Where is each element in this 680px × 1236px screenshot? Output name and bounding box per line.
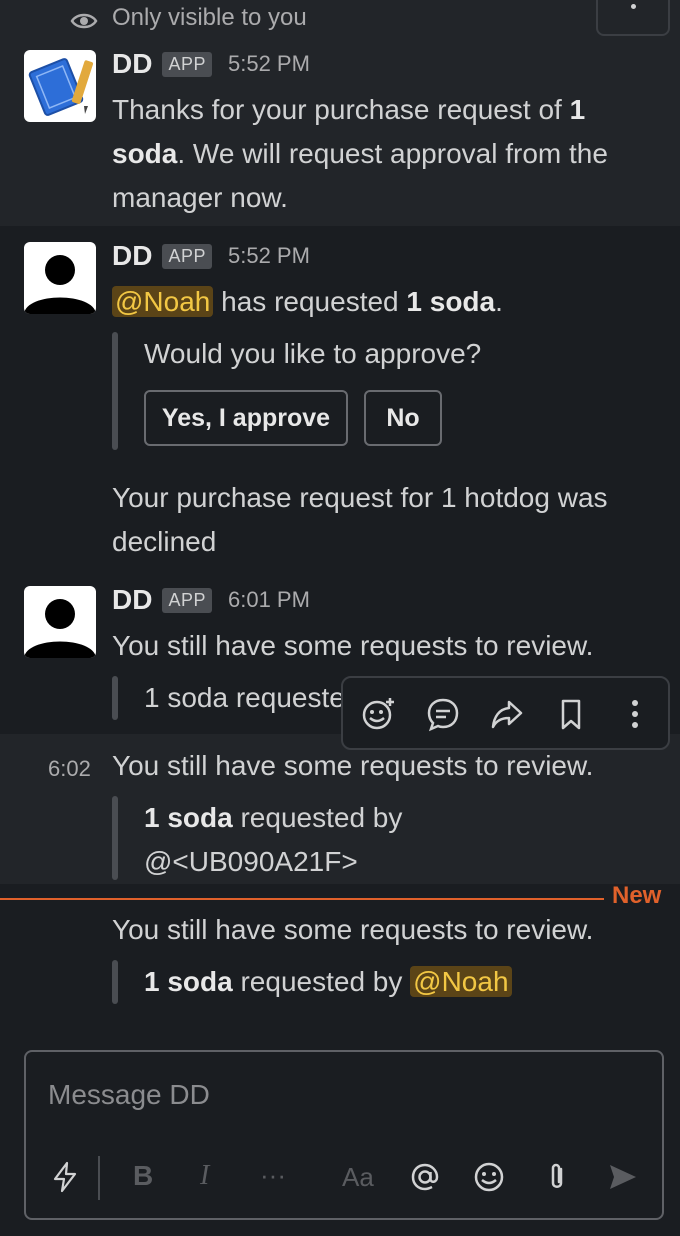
message-text: You still have some requests to review. [112, 914, 594, 945]
text-part: . We will request approval from the mana… [112, 138, 608, 213]
blueprint-icon [28, 58, 94, 116]
text-bold: 1 soda [144, 802, 233, 833]
user-mention[interactable]: @Noah [410, 966, 512, 997]
new-divider-line [0, 898, 604, 900]
person-icon [24, 255, 96, 314]
mention-icon[interactable] [408, 1160, 442, 1194]
more-actions-icon[interactable] [617, 696, 653, 732]
italic-icon[interactable]: I [200, 1160, 209, 1192]
timestamp[interactable]: 6:02 [48, 756, 91, 782]
attach-icon[interactable] [540, 1160, 574, 1194]
text-part: Thanks for your purchase request of [112, 94, 570, 125]
send-icon[interactable] [606, 1160, 640, 1194]
approval-question: Would you like to approve? [144, 338, 482, 369]
approve-button[interactable]: Yes, I approve [144, 390, 348, 446]
bold-icon[interactable]: B [133, 1160, 153, 1192]
quote-bar [112, 676, 118, 720]
text-part: . [495, 286, 503, 317]
message-text: You still have some requests to review. [112, 750, 594, 781]
app-badge: APP [162, 51, 212, 77]
top-more-button[interactable] [596, 0, 670, 36]
app-badge: APP [162, 587, 212, 613]
message-header: DD APP 5:52 PM [112, 240, 310, 272]
sender-name[interactable]: DD [112, 584, 152, 616]
text-part: requested by [232, 966, 411, 997]
bookmark-icon[interactable] [553, 696, 589, 732]
timestamp[interactable]: 5:52 PM [228, 243, 310, 269]
quote-bar [112, 332, 118, 450]
message-input[interactable] [46, 1072, 630, 1118]
text-part: has requested [213, 286, 407, 317]
decline-button[interactable]: No [364, 390, 442, 446]
new-divider-label: New [612, 882, 662, 909]
message-actions-toolbar [341, 676, 670, 750]
visibility-notice: Only visible to you [112, 4, 307, 31]
message-text: @Noah has requested 1 soda. [112, 280, 503, 324]
add-reaction-icon[interactable] [361, 696, 397, 732]
quote-text: 1 soda requested by @Noah [144, 960, 512, 1004]
user-avatar[interactable] [24, 242, 96, 314]
timestamp[interactable]: 6:01 PM [228, 587, 310, 613]
message-text: You still have some requests to review. [112, 630, 594, 661]
lightning-icon[interactable] [48, 1160, 82, 1194]
app-badge: APP [162, 243, 212, 269]
sender-name[interactable]: DD [112, 48, 152, 80]
decline-notice: Your purchase request for 1 hotdog was d… [112, 482, 608, 557]
reply-thread-icon[interactable] [425, 696, 461, 732]
quote-bar [112, 960, 118, 1004]
quote-text: 1 soda requested by @<UB090A21F> [144, 796, 402, 884]
quote-bar [112, 796, 118, 880]
person-icon [24, 599, 96, 658]
emoji-icon[interactable] [472, 1160, 506, 1194]
message-header: DD APP 5:52 PM [112, 48, 310, 80]
sender-name[interactable]: DD [112, 240, 152, 272]
share-icon[interactable] [489, 696, 525, 732]
message-header: DD APP 6:01 PM [112, 584, 310, 616]
text-format-icon[interactable]: Aa [342, 1162, 374, 1193]
eye-icon [70, 8, 100, 34]
timestamp[interactable]: 5:52 PM [228, 51, 310, 77]
toolbar-divider [98, 1156, 100, 1200]
more-icon[interactable]: ··· [260, 1160, 286, 1191]
message-text: Thanks for your purchase request of 1 so… [112, 88, 652, 220]
text-bold: 1 soda [144, 966, 233, 997]
user-mention[interactable]: @Noah [112, 286, 214, 317]
user-id: @<UB090A21F> [144, 846, 358, 877]
more-dot-icon [631, 4, 636, 9]
app-avatar[interactable] [24, 50, 96, 122]
text-bold: 1 soda [406, 286, 496, 317]
user-avatar[interactable] [24, 586, 96, 658]
text-part: requested by [232, 802, 403, 833]
